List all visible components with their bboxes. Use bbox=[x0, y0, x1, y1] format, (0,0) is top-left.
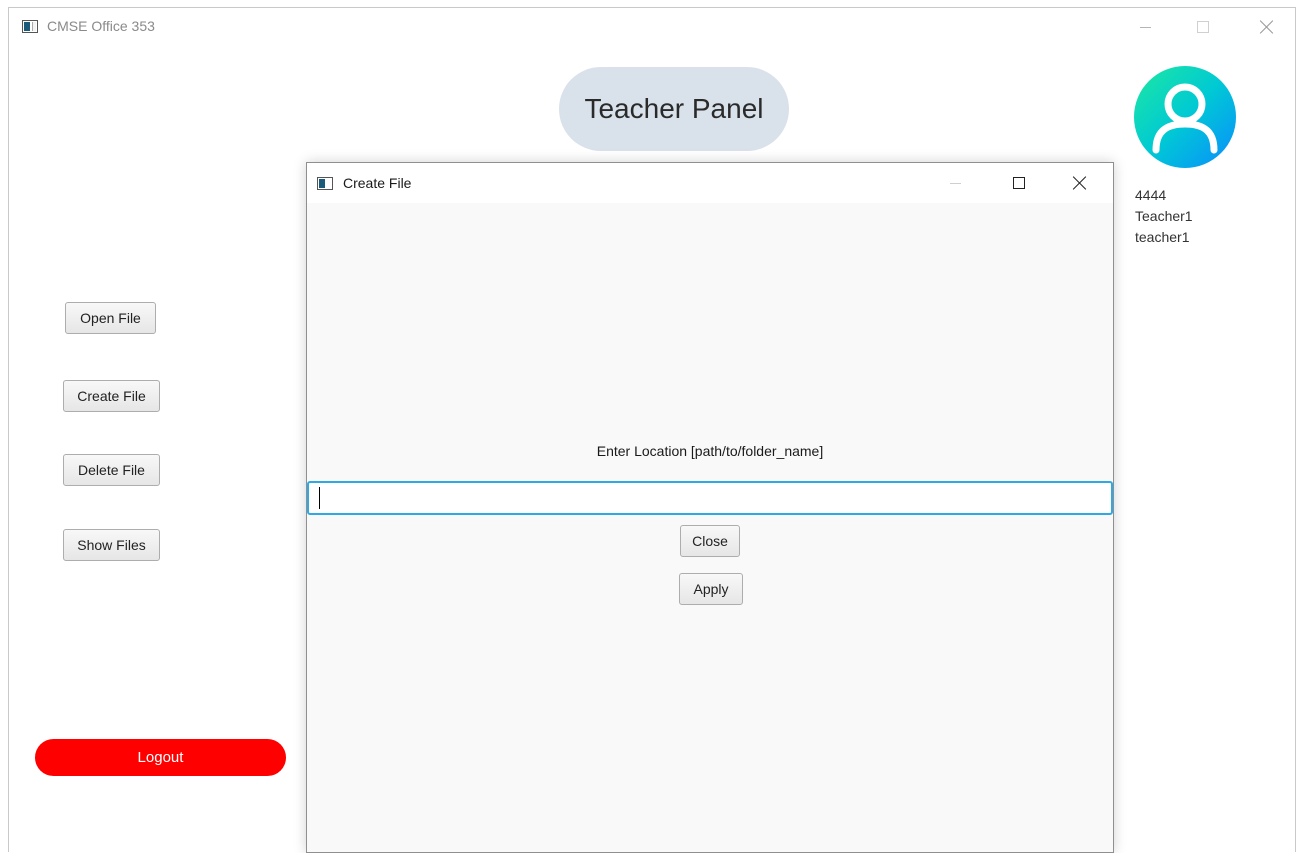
dialog-app-icon bbox=[317, 177, 333, 190]
close-button[interactable]: Close bbox=[680, 525, 740, 557]
close-icon bbox=[1073, 176, 1087, 190]
location-prompt-label: Enter Location [path/to/folder_name] bbox=[596, 443, 824, 459]
open-file-button[interactable]: Open File bbox=[65, 302, 156, 334]
apply-button[interactable]: Apply bbox=[679, 573, 743, 605]
user-name: Teacher1 bbox=[1135, 208, 1193, 224]
logout-button[interactable]: Logout bbox=[35, 739, 286, 776]
dialog-maximize-button[interactable] bbox=[996, 163, 1042, 203]
main-window: CMSE Office 353 Teacher Panel 4444 Teach… bbox=[8, 7, 1296, 853]
app-icon bbox=[22, 20, 38, 33]
minimize-icon bbox=[1139, 26, 1151, 28]
user-info: 4444 Teacher1 teacher1 bbox=[1135, 185, 1193, 248]
create-file-dialog: Create File Enter Location [path/to/fold… bbox=[306, 162, 1114, 853]
show-files-button[interactable]: Show Files bbox=[63, 529, 160, 561]
close-window-button[interactable] bbox=[1244, 8, 1290, 46]
window-title: CMSE Office 353 bbox=[47, 18, 155, 34]
user-avatar-icon bbox=[1134, 66, 1236, 168]
delete-file-button[interactable]: Delete File bbox=[63, 454, 160, 486]
minimize-button[interactable] bbox=[1122, 8, 1168, 46]
user-username: teacher1 bbox=[1135, 229, 1190, 245]
maximize-icon bbox=[1013, 177, 1025, 189]
create-file-button[interactable]: Create File bbox=[63, 380, 160, 412]
user-id: 4444 bbox=[1135, 187, 1167, 203]
dialog-minimize-button[interactable] bbox=[932, 163, 978, 203]
maximize-button[interactable] bbox=[1180, 8, 1226, 46]
main-titlebar[interactable]: CMSE Office 353 bbox=[9, 8, 1295, 46]
dialog-titlebar[interactable]: Create File bbox=[307, 163, 1113, 203]
page-title: Teacher Panel bbox=[559, 67, 789, 151]
maximize-icon bbox=[1197, 21, 1209, 33]
location-input[interactable] bbox=[307, 481, 1113, 515]
close-icon bbox=[1260, 20, 1274, 34]
dialog-close-window-button[interactable] bbox=[1057, 163, 1103, 203]
minimize-icon bbox=[949, 182, 961, 184]
text-caret bbox=[319, 487, 320, 509]
dialog-title: Create File bbox=[343, 175, 412, 191]
